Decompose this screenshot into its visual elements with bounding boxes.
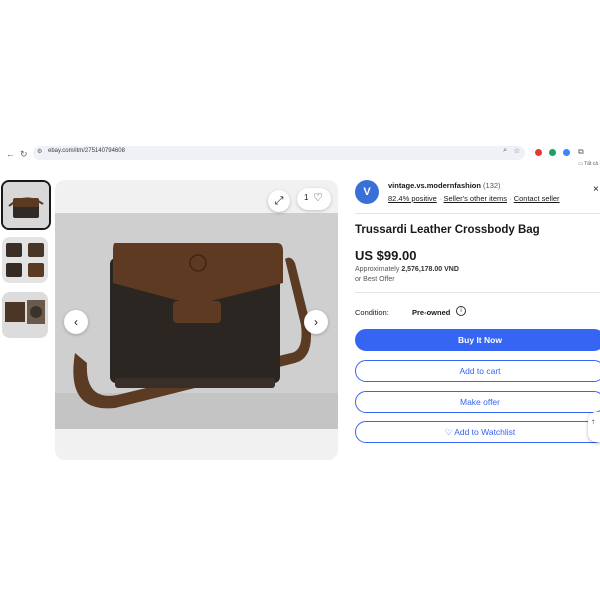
add-to-cart-button[interactable]: Add to cart: [355, 360, 600, 382]
main-product-image[interactable]: ⤢ 1 ♡ ‹ ›: [55, 180, 338, 460]
seller-name[interactable]: vintage.vs.modernfashion: [388, 181, 481, 190]
price: US $99.00: [355, 248, 417, 263]
seller-links: 82.4% positive · Seller's other items · …: [388, 194, 560, 203]
expand-image-button[interactable]: ⤢: [268, 190, 290, 212]
chevron-right-icon: ›: [314, 315, 318, 329]
address-bar[interactable]: ⚙ ebay.com/itm/275140794608 ⌕ ☆: [33, 146, 525, 160]
close-icon[interactable]: ×: [593, 184, 599, 195]
feedback-count: (132): [483, 181, 501, 190]
make-offer-button[interactable]: Make offer: [355, 391, 600, 413]
bag-photo: [55, 213, 338, 429]
browser-toolbar: ← ↻ ⚙ ebay.com/itm/275140794608 ⌕ ☆ ⧉ ▭ …: [0, 143, 600, 173]
contact-seller-link[interactable]: Contact seller: [514, 194, 560, 203]
seller-line: vintage.vs.modernfashion (132): [388, 181, 501, 190]
zoom-icon[interactable]: ⌕: [503, 147, 507, 155]
url-text: ebay.com/itm/275140794608: [48, 148, 125, 154]
thumbnail-3[interactable]: [2, 292, 48, 338]
next-image-button[interactable]: ›: [304, 310, 328, 334]
bag-thumbnail-image: [3, 182, 49, 228]
buy-it-now-button[interactable]: Buy It Now: [355, 329, 600, 351]
heart-icon: ♡: [313, 192, 323, 204]
other-items-link[interactable]: Seller's other items: [443, 194, 507, 203]
info-icon[interactable]: i: [456, 306, 466, 316]
expand-icon: ⤢: [274, 194, 284, 207]
extension-icon[interactable]: [535, 149, 542, 156]
back-icon[interactable]: ←: [6, 149, 15, 159]
scroll-arrow-button[interactable]: ↑: [588, 412, 600, 442]
arrow-up-icon: ↑: [591, 417, 595, 426]
best-offer-text: or Best Offer: [355, 276, 395, 283]
bookmark-folder[interactable]: ▭ Tất cả: [578, 161, 598, 167]
previous-image-button[interactable]: ‹: [64, 310, 88, 334]
listing-title: Trussardi Leather Crossbody Bag: [355, 224, 540, 236]
add-to-watchlist-button[interactable]: ♡ Add to Watchlist: [355, 421, 600, 443]
thumbnail-1[interactable]: [1, 180, 51, 230]
bag-thumbnail-image: [2, 292, 48, 338]
reload-icon[interactable]: ↻: [20, 149, 28, 160]
thumbnail-2[interactable]: [2, 237, 48, 283]
divider: [355, 292, 600, 293]
extension-icon[interactable]: [563, 149, 570, 156]
bookmark-star-icon[interactable]: ☆: [514, 147, 520, 155]
bookmarks-bar: ▭ Tất cả: [0, 160, 600, 172]
extension-icon[interactable]: [549, 149, 556, 156]
chevron-left-icon: ‹: [74, 315, 78, 329]
puzzle-icon[interactable]: ⧉: [578, 147, 584, 157]
positive-feedback-link[interactable]: 82.4% positive: [388, 194, 437, 203]
watch-counter-button[interactable]: 1 ♡: [297, 188, 331, 210]
condition-value: Pre-owned: [412, 308, 451, 317]
site-info-icon[interactable]: ⚙: [37, 148, 42, 155]
condition-label: Condition:: [355, 308, 389, 317]
bag-thumbnail-image: [2, 237, 48, 283]
seller-avatar[interactable]: V: [355, 180, 379, 204]
approx-price: Approximately 2,576,178.00 VND: [355, 266, 459, 273]
divider: [355, 213, 600, 214]
watch-count: 1: [304, 193, 309, 202]
